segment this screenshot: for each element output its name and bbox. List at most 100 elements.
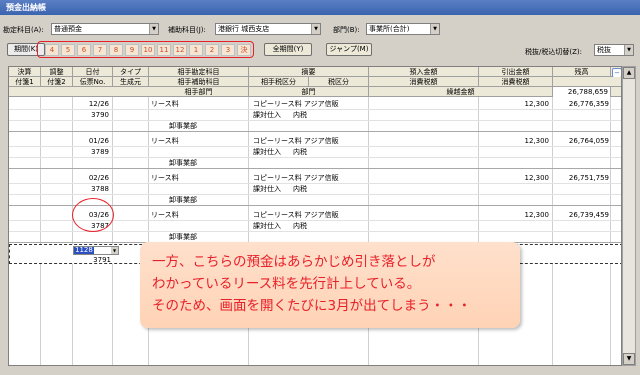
header-row-2: 付箋1 付箋2 伝票No. 生成元 相手補助科目 相手税区分 税区分 消費税額 … [9,77,621,87]
chevron-down-icon[interactable]: ▼ [111,247,118,254]
new-slip-no[interactable]: 3791 [73,256,111,265]
row-divider [9,157,621,158]
header-row-1: 決算 調整 日付 タイプ 相手勘定科目 摘要 預入金額 引出金額 残高 − [9,67,621,78]
col-partner-dept[interactable]: 相手部門 [149,87,249,97]
entry-withdraw[interactable]: 12,300 [481,211,550,220]
entry-dept[interactable]: 卸事業部 [169,196,197,205]
chevron-down-icon[interactable]: ▼ [149,24,158,34]
entry-tax-type[interactable]: 内税 [293,185,307,194]
entry-dept[interactable]: 卸事業部 [169,233,197,242]
entry-dept[interactable]: 卸事業部 [169,159,197,168]
col-tag1[interactable]: 付箋1 [9,77,41,87]
scroll-down-icon[interactable]: ▼ [623,353,635,365]
carryover-amount: 26,788,659 [553,87,611,97]
row-divider [9,183,621,184]
col-carryover[interactable]: 繰越金額 [369,87,553,97]
col-partner-sub[interactable]: 相手補助科目 [149,77,249,87]
entry-description[interactable]: コピーリース料 アジア信販 [253,137,339,146]
filter-bar: 勘定科目(A): 普通預金 ▼ 補助科目(J): 港銀行 城西支店 ▼ 部門(B):… [0,22,640,36]
col-description[interactable]: 摘要 [249,67,369,77]
entry-dept[interactable]: 卸事業部 [169,122,197,131]
date-highlight-circle [72,198,114,232]
col-tax-kind[interactable]: 税区分 [309,77,369,87]
col-tag2[interactable]: 付箋2 [41,77,73,87]
entry-tax-kind[interactable]: 課対仕入 [253,222,281,231]
entry-divider [9,131,621,132]
entry-balance[interactable]: 26,751,759 [553,174,609,183]
col-settlement[interactable]: 決算 [9,67,41,77]
callout-line-3: そのため、画面を開くたびに3月が出てしまう・・・ [152,298,472,314]
callout-line-1: 一方、こちらの預金はあらかじめ引き落としが [152,254,436,270]
entry-description[interactable]: コピーリース料 アジア信販 [253,211,339,220]
entry-withdraw[interactable]: 12,300 [481,174,550,183]
entry-tax-kind[interactable]: 課対仕入 [253,148,281,157]
new-date-value[interactable]: 1128 [74,247,94,254]
col-date[interactable]: 日付 [73,67,113,77]
entry-balance[interactable]: 26,739,459 [553,211,609,220]
col-origin[interactable]: 生成元 [113,77,149,87]
scroll-up-icon[interactable]: ▲ [623,67,635,79]
dept-label: 部門(B): [333,26,360,34]
col-partner-tax[interactable]: 相手税区分 [249,77,309,87]
col-consumption-tax-2[interactable]: 消費税額 [479,77,553,87]
dept-combo[interactable]: 事業所(合計) ▼ [366,23,440,35]
col-dept[interactable]: 部門 [249,87,369,97]
col-type[interactable]: タイプ [113,67,149,77]
entry-tax-type[interactable]: 内税 [293,111,307,120]
col-withdraw[interactable]: 引出金額 [479,67,553,77]
chevron-down-icon[interactable]: ▼ [624,45,633,55]
row-divider [9,120,621,121]
sub-account-label: 補助科目(J): [168,26,206,34]
chevron-down-icon[interactable]: ▼ [311,24,320,34]
entry-description[interactable]: コピーリース料 アジア信販 [253,100,339,109]
entry-withdraw[interactable]: 12,300 [481,100,550,109]
entry-balance[interactable]: 26,764,059 [553,137,609,146]
header-corner[interactable]: − [611,67,621,78]
entry-tax-kind[interactable]: 課対仕入 [253,185,281,194]
window-title: 預金出納帳 [0,0,640,15]
entry-partner-account[interactable]: リース料 [151,174,179,183]
row-divider [9,146,621,147]
entry-divider [9,168,621,169]
col-consumption-tax-1[interactable]: 消費税額 [369,77,479,87]
tax-toggle-value: 税抜 [597,46,611,54]
tax-toggle-combo[interactable]: 税抜 ▼ [594,44,634,56]
entry-tax-type[interactable]: 内税 [293,222,307,231]
callout-line-2: わかっているリース料を先行計上している。 [152,276,421,292]
vertical-scrollbar[interactable]: ▲ ▼ [622,66,636,366]
annotation-callout: 一方、こちらの預金はあらかじめ引き落としが わかっているリース料を先行計上してい… [140,242,520,328]
entry-description[interactable]: コピーリース料 アジア信販 [253,174,339,183]
sub-account-combo[interactable]: 港銀行 城西支店 ▼ [215,23,321,35]
header-row-3: 相手部門 部門 繰越金額 26,788,659 [9,87,621,97]
entry-withdraw[interactable]: 12,300 [481,137,550,146]
entry-tax-kind[interactable]: 課対仕入 [253,111,281,120]
new-date-field[interactable]: 1128 ▼ [73,246,119,255]
account-value: 普通預金 [54,25,82,33]
account-label: 勘定科目(A): [3,26,44,34]
header-blank [553,77,621,87]
entry-date[interactable]: 02/26 [73,174,109,183]
all-period-button[interactable]: 全期間(Y) [264,43,312,56]
dept-value: 事業所(合計) [369,25,410,33]
entry-date[interactable]: 01/26 [73,137,109,146]
row-divider [9,109,621,110]
row-divider [9,231,621,232]
chevron-down-icon[interactable]: ▼ [430,24,439,34]
col-adjust[interactable]: 調整 [41,67,73,77]
entry-partner-account[interactable]: リース料 [151,137,179,146]
entry-tax-type[interactable]: 内税 [293,148,307,157]
jump-button[interactable]: ジャンプ(M) [326,43,372,56]
entry-date[interactable]: 12/26 [73,100,109,109]
entry-slip-no[interactable]: 3788 [73,185,109,194]
entry-slip-no[interactable]: 3790 [73,111,109,120]
col-slip-no[interactable]: 伝票No. [73,77,113,87]
period-highlight-frame [37,41,254,58]
entry-partner-account[interactable]: リース料 [151,211,179,220]
col-partner-account[interactable]: 相手勘定科目 [149,67,249,77]
col-deposit[interactable]: 預入金額 [369,67,479,77]
account-combo[interactable]: 普通預金 ▼ [51,23,159,35]
entry-partner-account[interactable]: リース料 [151,100,179,109]
entry-slip-no[interactable]: 3789 [73,148,109,157]
entry-balance[interactable]: 26,776,359 [553,100,609,109]
col-balance[interactable]: 残高 [553,67,611,77]
